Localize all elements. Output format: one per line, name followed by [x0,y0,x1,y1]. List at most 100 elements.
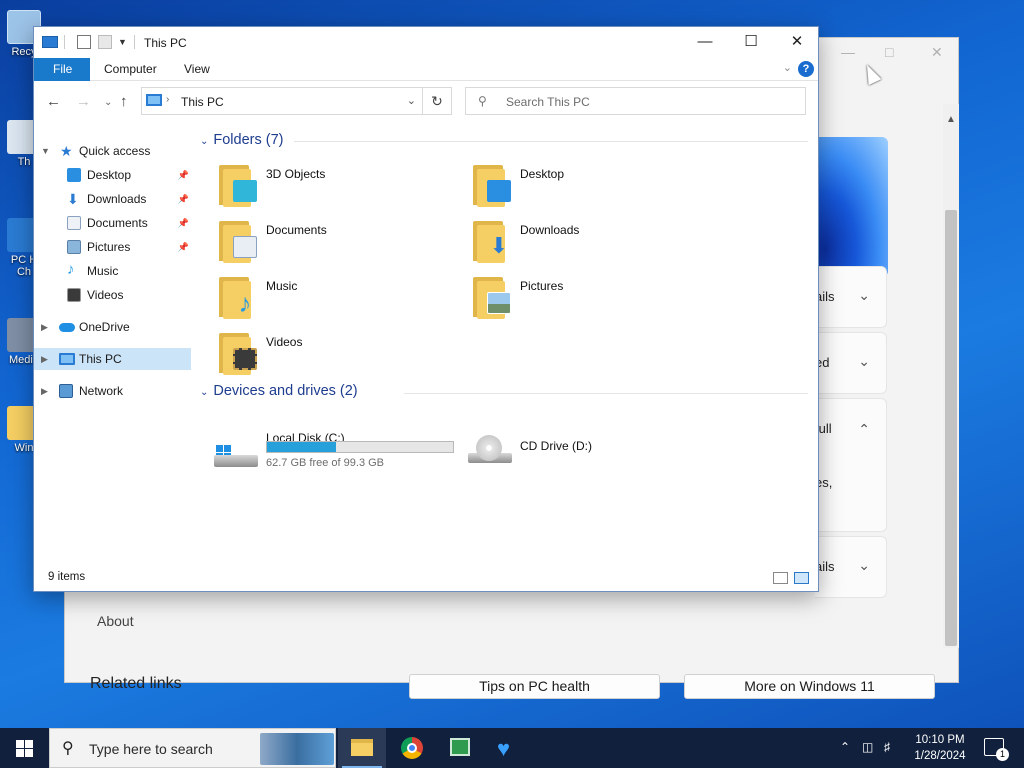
drive-cd-d[interactable]: CD Drive (D:) [448,433,698,483]
sidebar-item-label: Videos [87,288,124,302]
drive-usage-bar [266,441,454,453]
this-pc-icon [146,94,162,106]
properties-icon[interactable] [77,35,91,49]
scrollbar[interactable]: ▲ [943,104,959,648]
taskbar-pc-health-check[interactable]: ♥ [486,728,534,768]
sidebar-item-downloads[interactable]: ⬇ Downloads 📌 [34,188,191,210]
document-icon [233,236,257,258]
chevron-down-icon[interactable]: ⌄ [858,287,870,304]
details-card[interactable]: ails ⌄ [815,536,887,598]
chevron-down-icon[interactable]: ⌄ [858,557,870,574]
pin-icon[interactable]: 📌 [178,236,189,258]
folder-3d-objects[interactable]: 3D Objects [194,163,444,215]
customize-toolbar-icon[interactable]: ▼ [118,37,132,51]
search-icon: ⚲ [478,94,487,108]
up-arrow-icon[interactable]: ↑ [120,93,128,110]
chevron-right-icon[interactable]: › [166,94,169,105]
expand-ribbon-icon[interactable]: ⌄ [783,61,792,74]
sidebar-item-music[interactable]: ♪ Music [34,260,191,282]
large-icons-view-icon[interactable] [794,572,809,584]
search-placeholder: Type here to search [89,741,213,757]
tab-view[interactable]: View [170,58,224,81]
folder-music[interactable]: ♪ Music [194,275,444,327]
start-button[interactable] [0,728,48,768]
details-card[interactable]: ails ⌄ [815,266,887,328]
drive-free-space: 62.7 GB free of 99.3 GB [266,457,385,469]
card[interactable]: ed ⌄ [815,332,887,394]
sidebar-item-label: Music [87,264,119,278]
maximize-button[interactable]: ☐ [728,27,774,58]
sidebar-item-onedrive[interactable]: ▶ OneDrive [34,316,191,338]
desktop-icon [67,168,81,182]
file-explorer-window: ▼ This PC — ☐ ✕ File Computer View ⌄ ? ←… [33,26,819,592]
cd-drive-icon [468,435,512,463]
sidebar-item-label: Network [79,384,124,398]
sidebar-item-label: Downloads [87,192,147,206]
tab-computer[interactable]: Computer [90,58,171,81]
drive-local-disk-c[interactable]: Local Disk (C:) 62.7 GB free of 99.3 GB [194,431,454,483]
devices-group-header[interactable]: ⌄ Devices and drives (2) [200,383,358,399]
cube-icon [233,180,257,202]
back-arrow-icon[interactable]: ← [46,93,61,110]
separator [134,35,135,49]
card-expanded[interactable]: full ⌃ es, [815,398,887,532]
more-on-windows-11-button[interactable]: More on Windows 11 [684,674,935,699]
sidebar-item-videos[interactable]: Videos [34,284,191,306]
taskbar-chrome[interactable] [388,728,436,768]
folder-pictures[interactable]: Pictures [448,275,698,327]
pin-icon[interactable]: 📌 [178,188,189,210]
chevron-right-icon[interactable]: ▶ [41,380,48,402]
scroll-up-icon[interactable]: ▲ [946,114,956,125]
taskbar-app[interactable] [436,728,484,768]
scrollbar-thumb[interactable] [945,210,957,646]
volume-muted-icon[interactable]: ♯ [884,740,890,754]
chevron-right-icon[interactable]: ▶ [41,316,48,338]
chevron-down-icon[interactable]: ▼ [41,140,50,162]
minimize-button[interactable]: — [682,27,728,58]
sidebar-item-documents[interactable]: Documents 📌 [34,212,191,234]
folder-name: Pictures [520,279,564,293]
taskbar-search-box[interactable]: ⚲ Type here to search [49,728,336,768]
help-icon[interactable]: ? [798,61,814,77]
search-box[interactable]: ⚲ Search This PC [465,87,806,115]
drive-usage-fill [267,442,336,452]
folder-desktop[interactable]: Desktop [448,163,698,215]
sidebar-item-pictures[interactable]: Pictures 📌 [34,236,191,258]
address-bar[interactable]: › This PC ⌄ [141,87,423,115]
refresh-button[interactable]: ↻ [423,87,452,115]
chevron-down-icon[interactable]: ⌄ [200,136,208,147]
explorer-titlebar[interactable]: ▼ This PC — ☐ ✕ [34,27,818,58]
minimize-icon[interactable]: — [841,44,855,60]
sidebar-item-network[interactable]: ▶ Network [34,380,191,402]
about-link[interactable]: About [97,613,134,629]
notification-center-icon[interactable]: 1 [984,738,1009,761]
forward-arrow-icon[interactable]: → [76,93,91,110]
pin-icon[interactable]: 📌 [178,212,189,234]
sidebar-item-quick-access[interactable]: ▼ ★ Quick access [34,140,191,162]
folder-downloads[interactable]: ⬇ Downloads [448,219,698,271]
recent-locations-icon[interactable]: ⌄ [104,97,112,108]
network-icon[interactable]: ◫ [862,740,873,754]
chevron-down-icon[interactable]: ⌄ [200,387,208,398]
maximize-icon[interactable]: □ [885,44,893,60]
new-folder-icon[interactable] [98,35,112,49]
chevron-right-icon[interactable]: ▶ [41,348,48,370]
taskbar-file-explorer[interactable] [338,728,386,768]
clock[interactable]: 10:10 PM 1/28/2024 [905,732,975,764]
tips-on-pc-health-button[interactable]: Tips on PC health [409,674,660,699]
show-hidden-icons-icon[interactable]: ⌃ [840,740,850,754]
folder-videos[interactable]: Videos [194,331,444,383]
folder-name: Downloads [520,223,580,237]
chevron-down-icon[interactable]: ⌄ [407,94,416,107]
folder-documents[interactable]: Documents [194,219,444,271]
tab-file[interactable]: File [34,58,90,81]
chevron-up-icon[interactable]: ⌃ [858,421,870,438]
sidebar-item-desktop[interactable]: Desktop 📌 [34,164,191,186]
folders-group-header[interactable]: ⌄ Folders (7) [200,132,284,148]
chevron-down-icon[interactable]: ⌄ [858,353,870,370]
close-icon[interactable]: ✕ [931,44,943,61]
close-button[interactable]: ✕ [774,27,820,58]
details-view-icon[interactable] [773,572,788,584]
sidebar-item-this-pc[interactable]: ▶ This PC [34,348,191,370]
pin-icon[interactable]: 📌 [178,164,189,186]
